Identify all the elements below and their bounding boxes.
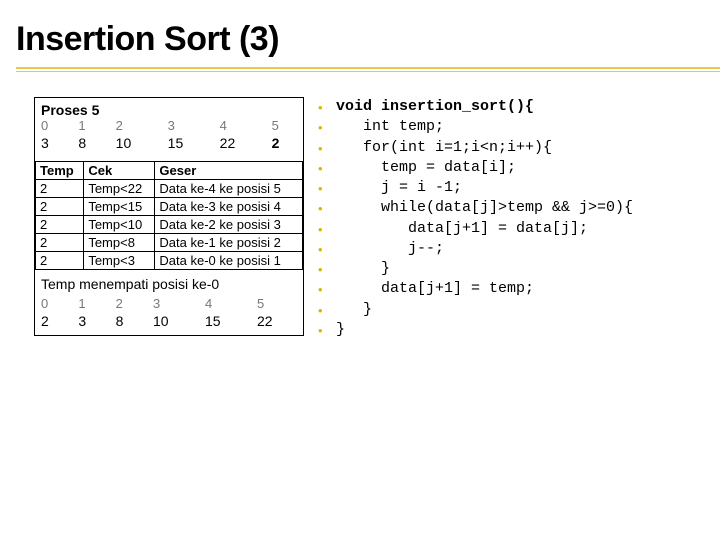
code-line: • while(data[j]>temp && j>=0){	[318, 198, 696, 218]
table-row: 2 Temp<15 Data ke-3 ke posisi 4	[36, 198, 303, 216]
proses-label: Proses 5	[35, 100, 303, 118]
bullet-icon: •	[318, 97, 336, 117]
bottom-value-row: 2 3 8 10 15 22	[35, 313, 303, 331]
bullet-icon: •	[318, 117, 336, 137]
bullet-icon: •	[318, 279, 336, 299]
code-line: • j--;	[318, 239, 696, 259]
temp-position-text: Temp menempati posisi ke-0	[35, 270, 303, 296]
steps-table: Temp Cek Geser 2 Temp<22 Data ke-4 ke po…	[35, 161, 303, 270]
code-text: }	[336, 300, 372, 320]
code-line: • data[j+1] = temp;	[318, 279, 696, 299]
code-line: • data[j+1] = data[j];	[318, 219, 696, 239]
code-text: data[j+1] = temp;	[336, 279, 534, 299]
table-row: 2 Temp<3 Data ke-0 ke posisi 1	[36, 252, 303, 270]
code-text: temp = data[i];	[336, 158, 516, 178]
code-line: •void insertion_sort(){	[318, 97, 696, 117]
bullet-icon: •	[318, 198, 336, 218]
top-array: 0 1 2 3 4 5 3 8 10 15 22 2	[35, 118, 303, 153]
bullet-icon: •	[318, 239, 336, 259]
code-text: j--;	[336, 239, 444, 259]
bullet-icon: •	[318, 178, 336, 198]
bottom-array: 0 1 2 3 4 5 2 3 8 10 15 22	[35, 296, 303, 331]
table-row: 2 Temp<10 Data ke-2 ke posisi 3	[36, 216, 303, 234]
code-text: data[j+1] = data[j];	[336, 219, 588, 239]
top-value-row: 3 8 10 15 22 2	[35, 135, 303, 153]
code-line: • j = i -1;	[318, 178, 696, 198]
code-line: • temp = data[i];	[318, 158, 696, 178]
code-line: • }	[318, 300, 696, 320]
code-text: }	[336, 259, 390, 279]
table-row: 2 Temp<22 Data ke-4 ke posisi 5	[36, 180, 303, 198]
bullet-icon: •	[318, 158, 336, 178]
bottom-index-row: 0 1 2 3 4 5	[35, 296, 303, 313]
top-index-row: 0 1 2 3 4 5	[35, 118, 303, 135]
code-text: j = i -1;	[336, 178, 462, 198]
code-text: void insertion_sort(){	[336, 97, 534, 117]
code-text: while(data[j]>temp && j>=0){	[336, 198, 633, 218]
code-block: •void insertion_sort(){• int temp;• for(…	[318, 97, 696, 340]
code-line: • for(int i=1;i<n;i++){	[318, 138, 696, 158]
code-text: int temp;	[336, 117, 444, 137]
page-title: Insertion Sort (3)	[0, 0, 720, 67]
code-line: •}	[318, 320, 696, 340]
table-row: 2 Temp<8 Data ke-1 ke posisi 2	[36, 234, 303, 252]
bullet-icon: •	[318, 300, 336, 320]
title-underline	[16, 67, 720, 79]
bullet-icon: •	[318, 219, 336, 239]
code-text: }	[336, 320, 345, 340]
code-text: for(int i=1;i<n;i++){	[336, 138, 552, 158]
code-line: • }	[318, 259, 696, 279]
bullet-icon: •	[318, 259, 336, 279]
figure-box: Proses 5 0 1 2 3 4 5 3 8 10 15	[34, 97, 304, 336]
steps-header-row: Temp Cek Geser	[36, 162, 303, 180]
bullet-icon: •	[318, 320, 336, 340]
code-line: • int temp;	[318, 117, 696, 137]
bullet-icon: •	[318, 138, 336, 158]
